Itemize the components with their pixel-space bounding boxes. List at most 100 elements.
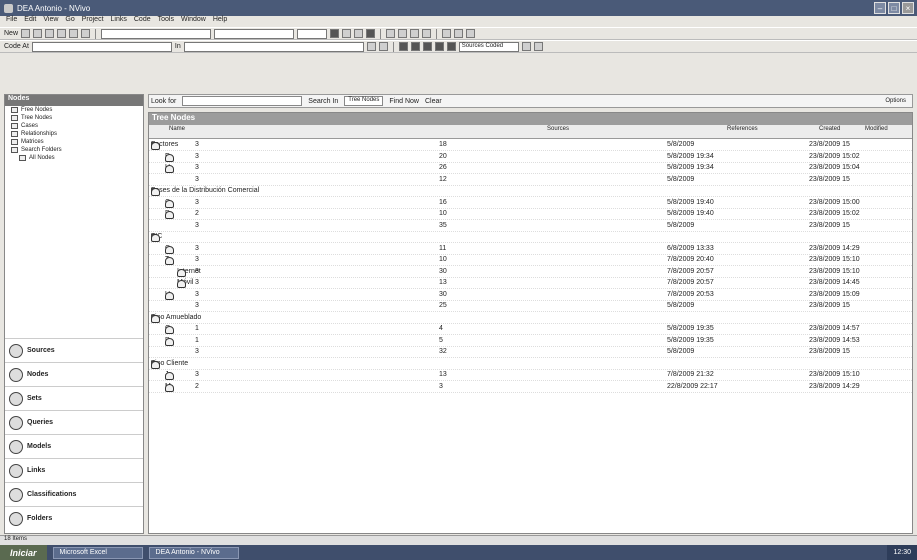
save-icon[interactable] <box>21 29 31 38</box>
table-row[interactable]: E 3 20 5/8/2009 19:34 23/8/2009 15:02 <box>149 152 912 163</box>
folder-tree-nodes[interactable]: Tree Nodes <box>5 114 143 122</box>
bold-icon[interactable] <box>330 29 340 38</box>
table-row[interactable]: P 1 5 5/8/2009 19:35 23/8/2009 14:53 <box>149 336 912 347</box>
relationship-icon[interactable] <box>446 42 456 51</box>
table-row[interactable]: C 3 16 5/8/2009 19:40 23/8/2009 15:00 <box>149 198 912 209</box>
nav-nodes[interactable]: Nodes <box>5 362 143 386</box>
nav-links[interactable]: Links <box>5 458 143 482</box>
table-row[interactable]: U 3 30 7/8/2009 20:53 23/8/2009 15:09 <box>149 290 912 301</box>
help-icon[interactable] <box>466 29 476 38</box>
folder-matrices[interactable]: Matrices <box>5 138 143 146</box>
table-row[interactable]: H 3 26 5/8/2009 19:34 23/8/2009 15:04 <box>149 163 912 174</box>
column-sources[interactable]: Sources <box>547 126 569 132</box>
look-for-input[interactable] <box>182 96 303 106</box>
list-icon[interactable] <box>442 29 452 38</box>
nav-sources[interactable]: Sources <box>5 338 143 362</box>
menu-window[interactable]: Window <box>181 16 206 27</box>
table-row[interactable]: Internet 3 30 7/8/2009 20:57 23/8/2009 15:10 <box>149 267 912 278</box>
sources-cell: 2 <box>195 210 199 217</box>
task-nvivo[interactable]: DEA Antonio - NVivo <box>148 546 239 559</box>
table-row[interactable]: C 3 11 6/8/2009 13:33 23/8/2009 14:29 <box>149 244 912 255</box>
table-row[interactable]: Móvil3 13 7/8/2009 20:57 23/8/2009 14:45 <box>149 278 912 289</box>
nav-folders[interactable]: Folders <box>5 506 143 530</box>
menu-code[interactable]: Code <box>134 16 151 27</box>
nav-sets[interactable]: Sets <box>5 386 143 410</box>
menu-links[interactable]: Links <box>111 16 127 27</box>
folder-search-folders[interactable]: Search Folders <box>5 146 143 154</box>
table-row[interactable]: 3 12 5/8/2009 23/8/2009 15 <box>149 175 912 186</box>
zoom-icon[interactable] <box>521 42 531 51</box>
table-row[interactable]: T 3 10 7/8/2009 20:40 23/8/2009 15:10 <box>149 255 912 266</box>
paste-icon[interactable] <box>69 29 79 38</box>
table-row[interactable]: G 1 4 5/8/2009 19:35 23/8/2009 14:57 <box>149 324 912 335</box>
nav-queries[interactable]: Queries <box>5 410 143 434</box>
clear-button[interactable]: Clear <box>425 98 442 105</box>
new-button[interactable]: New <box>4 30 18 37</box>
align-right-icon[interactable] <box>410 29 420 38</box>
menu-help[interactable]: Help <box>213 16 227 27</box>
node-group-row[interactable]: −Factores 3 18 5/8/2009 23/8/2009 15 <box>149 140 912 151</box>
node-group-row[interactable]: −Fases de la Distribución Comercial <box>149 186 912 197</box>
menu-go[interactable]: Go <box>65 16 74 27</box>
font-select[interactable] <box>214 28 295 39</box>
table-row[interactable]: 3 35 5/8/2009 23/8/2009 15 <box>149 221 912 232</box>
table-row[interactable]: M 2 3 22/8/2009 22:17 23/8/2009 14:29 <box>149 382 912 393</box>
highlight-icon[interactable] <box>398 42 408 51</box>
folder-all-nodes[interactable]: All Nodes <box>5 154 143 162</box>
node-group-row[interactable]: −Tipo Cliente <box>149 359 912 370</box>
find-now-button[interactable]: Find Now <box>389 98 419 105</box>
see-also-icon[interactable] <box>434 42 444 51</box>
in-select[interactable] <box>183 41 364 52</box>
table-row[interactable]: 3 25 5/8/2009 23/8/2009 15 <box>149 301 912 312</box>
annotation-icon[interactable] <box>422 42 432 51</box>
refresh-icon[interactable] <box>533 42 543 51</box>
align-center-icon[interactable] <box>398 29 408 38</box>
menu-file[interactable]: File <box>6 16 17 27</box>
search-in-button[interactable]: Search In <box>308 98 338 105</box>
folder-relationships[interactable]: Relationships <box>5 130 143 138</box>
color-icon[interactable] <box>366 29 376 38</box>
uncode-icon[interactable] <box>378 42 388 51</box>
find-icon[interactable] <box>422 29 432 38</box>
italic-icon[interactable] <box>342 29 352 38</box>
copy-icon[interactable] <box>57 29 67 38</box>
code-icon[interactable] <box>366 42 376 51</box>
undo-icon[interactable] <box>81 29 91 38</box>
style-select[interactable] <box>101 28 212 39</box>
cut-icon[interactable] <box>45 29 55 38</box>
menu-project[interactable]: Project <box>82 16 104 27</box>
chart-icon[interactable] <box>454 29 464 38</box>
node-type-select[interactable]: Tree Nodes <box>344 96 384 106</box>
coding-stripes-icon[interactable] <box>410 42 420 51</box>
column-references[interactable]: References <box>727 126 758 132</box>
sources-coded-select[interactable]: Sources Coded <box>458 41 519 52</box>
start-button[interactable]: Iniciar <box>0 545 47 560</box>
font-size-select[interactable] <box>297 28 328 39</box>
folder-free-nodes[interactable]: Free Nodes <box>5 106 143 114</box>
column-created[interactable]: Created <box>819 126 840 132</box>
node-group-row[interactable]: −Tipo Amueblado <box>149 313 912 324</box>
code-at-select[interactable] <box>31 41 172 52</box>
menu-edit[interactable]: Edit <box>24 16 36 27</box>
folder-cases[interactable]: Cases <box>5 122 143 130</box>
references-cell: 11 <box>439 244 447 252</box>
sources-cell: 3 <box>195 164 199 171</box>
print-icon[interactable] <box>33 29 43 38</box>
table-row[interactable]: J 3 13 7/8/2009 21:32 23/8/2009 15:10 <box>149 370 912 381</box>
nav-models[interactable]: Models <box>5 434 143 458</box>
nav-classifications[interactable]: Classifications <box>5 482 143 506</box>
maximize-button[interactable]: □ <box>888 2 900 14</box>
options-button[interactable]: Options <box>885 98 906 104</box>
table-row[interactable]: D 2 10 5/8/2009 19:40 23/8/2009 15:02 <box>149 209 912 220</box>
underline-icon[interactable] <box>354 29 364 38</box>
minimize-button[interactable]: – <box>874 2 886 14</box>
node-group-row[interactable]: −TIC <box>149 232 912 243</box>
column-modified[interactable]: Modified <box>865 126 888 132</box>
menu-tools[interactable]: Tools <box>158 16 174 27</box>
task-excel[interactable]: Microsoft Excel <box>52 546 143 559</box>
table-row[interactable]: 3 32 5/8/2009 23/8/2009 15 <box>149 347 912 358</box>
close-button[interactable]: × <box>902 2 914 14</box>
menu-view[interactable]: View <box>43 16 58 27</box>
align-left-icon[interactable] <box>386 29 396 38</box>
column-name[interactable]: Name <box>169 126 185 132</box>
